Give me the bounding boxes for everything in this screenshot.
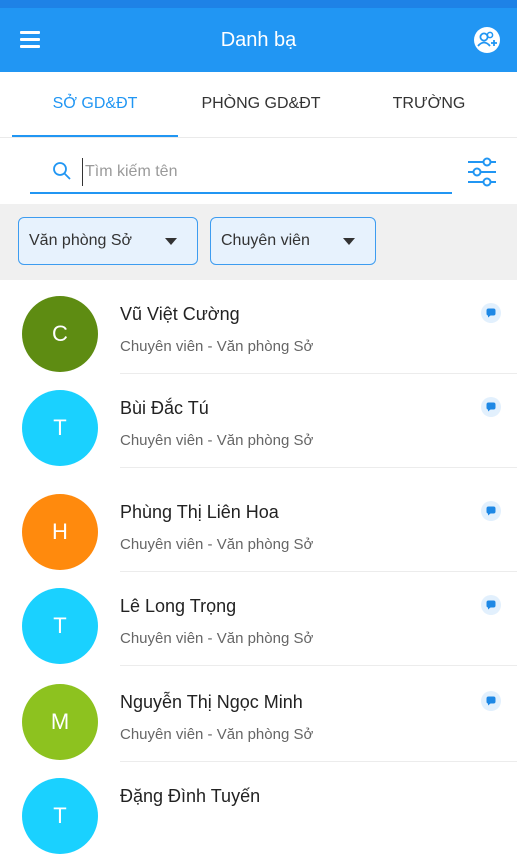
position-dropdown-label: Chuyên viên (221, 232, 310, 249)
office-dropdown-label: Văn phòng Sở (29, 232, 133, 249)
position-dropdown[interactable]: Chuyên viên (210, 217, 376, 265)
contact-name: Đặng Đình Tuyến (120, 786, 261, 806)
search-bar (30, 152, 452, 194)
app-bar: Danh bạ (0, 8, 517, 72)
list-item[interactable]: H Phùng Thị Liên Hoa Chuyên viên - Văn p… (0, 478, 517, 572)
chat-icon[interactable] (480, 302, 502, 324)
chat-icon[interactable] (480, 396, 502, 418)
contact-subtitle: Chuyên viên - Văn phòng Sở (120, 726, 314, 743)
list-item[interactable]: T Lê Long Trọng Chuyên viên - Văn phòng … (0, 572, 517, 666)
contact-name: Vũ Việt Cường (120, 304, 240, 324)
page-title: Danh bạ (220, 28, 297, 51)
avatar: T (22, 390, 98, 466)
tab-phong-gd-dt[interactable]: PHÒNG GD&ĐT (178, 72, 344, 136)
chat-icon[interactable] (480, 500, 502, 522)
contact-name: Lê Long Trọng (120, 596, 237, 616)
contact-subtitle: Chuyên viên - Văn phòng Sở (120, 338, 314, 355)
search-icon (53, 162, 71, 180)
list-item[interactable]: T Bùi Đắc Tú Chuyên viên - Văn phòng Sở (0, 374, 517, 468)
contacts-add-icon[interactable] (473, 26, 501, 54)
contact-name: Nguyễn Thị Ngọc Minh (120, 692, 303, 712)
contact-subtitle: Chuyên viên - Văn phòng Sở (120, 536, 314, 553)
avatar: C (22, 296, 98, 372)
status-bar (0, 0, 517, 8)
list-item[interactable]: C Vũ Việt Cường Chuyên viên - Văn phòng … (0, 280, 517, 374)
filter-bar: Văn phòng Sở Chuyên viên (0, 204, 517, 280)
tab-so-gd-dt[interactable]: SỞ GD&ĐT (12, 72, 178, 136)
chevron-down-icon (343, 238, 355, 245)
search-input[interactable] (82, 158, 447, 186)
menu-icon[interactable] (18, 26, 46, 54)
list-item[interactable]: M Nguyễn Thị Ngọc Minh Chuyên viên - Văn… (0, 668, 517, 762)
contact-name: Phùng Thị Liên Hoa (120, 502, 279, 522)
contact-subtitle: Chuyên viên - Văn phòng Sở (120, 630, 314, 647)
avatar: T (22, 778, 98, 854)
chat-icon[interactable] (480, 690, 502, 712)
avatar: T (22, 588, 98, 664)
chat-icon[interactable] (480, 594, 502, 616)
avatar: H (22, 494, 98, 570)
contact-subtitle: Chuyên viên - Văn phòng Sở (120, 432, 314, 449)
filter-settings-icon[interactable] (466, 155, 498, 189)
tab-truong[interactable]: TRƯỜNG (344, 72, 514, 136)
contact-name: Bùi Đắc Tú (120, 398, 209, 418)
office-dropdown[interactable]: Văn phòng Sở (18, 217, 198, 265)
tab-divider (0, 137, 517, 138)
row-divider (120, 467, 517, 468)
list-item[interactable]: T Đặng Đình Tuyến (0, 762, 517, 854)
tab-bar: SỞ GD&ĐT PHÒNG GD&ĐT TRƯỜNG (0, 72, 517, 138)
row-divider (120, 665, 517, 666)
avatar: M (22, 684, 98, 760)
chevron-down-icon (165, 238, 177, 245)
